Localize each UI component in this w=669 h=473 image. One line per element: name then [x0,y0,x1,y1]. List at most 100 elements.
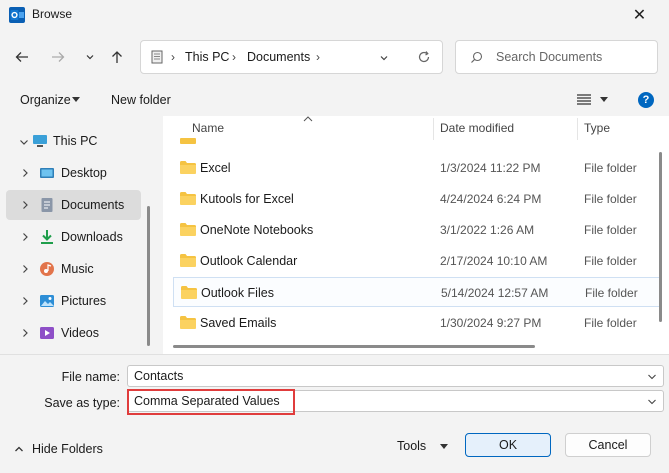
arrow-left-icon [15,52,28,62]
folder-icon [180,254,196,267]
chevron-right-icon: › [316,50,320,64]
chevron-down-icon[interactable] [379,53,389,63]
address-bar[interactable]: › This PC › Documents › [140,40,443,74]
help-icon: ? [642,94,650,106]
column-divider[interactable] [433,118,434,140]
title-bar: Browse ✕ [0,0,669,30]
file-list: Name Date modified Type Excel 1/3/2024 1… [163,116,669,354]
nav-item-label: Music [61,262,94,276]
file-name-label: File name: [61,370,120,384]
nav-item-label: Videos [61,326,99,340]
organize-button[interactable]: Organize [20,93,71,107]
file-name: Saved Emails [200,316,277,330]
horizontal-scrollbar[interactable] [173,345,535,348]
nav-item-this-pc[interactable]: This PC [6,126,141,156]
file-row[interactable]: Excel 1/3/2024 11:22 PM File folder [173,153,661,183]
chevron-right-icon[interactable] [19,263,31,275]
pc-icon [33,135,47,147]
file-name: Excel [200,161,231,175]
chevron-down-icon[interactable] [647,397,657,407]
file-row[interactable]: OneNote Notebooks 3/1/2022 1:26 AM File … [173,215,661,245]
folder-icon [180,316,196,329]
cancel-button[interactable]: Cancel [565,433,651,457]
save-type-label: Save as type: [44,396,120,410]
chevron-right-icon[interactable] [19,327,31,339]
chevron-right-icon[interactable] [19,231,31,243]
chevron-down-icon[interactable] [18,136,30,148]
chevron-up-icon[interactable] [14,444,24,454]
back-button[interactable] [10,45,34,69]
file-name-value: Contacts [134,369,184,383]
ok-label: OK [498,438,518,452]
desktop-icon [40,168,54,178]
tools-button[interactable]: Tools [397,439,426,453]
music-icon [40,262,54,276]
hide-folders-button[interactable]: Hide Folders [32,442,103,456]
caret-down-icon[interactable] [440,444,448,450]
file-name-field[interactable]: Contacts [127,365,664,387]
file-type: File folder [584,192,637,206]
file-date: 5/14/2024 12:57 AM [441,286,549,300]
nav-item-music[interactable]: Music [6,254,141,284]
file-row[interactable]: Outlook Calendar 2/17/2024 10:10 AM File… [173,246,661,276]
close-icon: ✕ [632,7,647,24]
nav-item-videos[interactable]: Videos [6,318,141,348]
forward-button[interactable] [46,45,70,69]
nav-item-pictures[interactable]: Pictures [6,286,141,316]
file-date: 2/17/2024 10:10 AM [440,254,548,268]
nav-item-label: This PC [53,134,98,148]
file-name: Outlook Calendar [200,254,298,268]
file-name: Outlook Files [201,286,274,300]
folder-icon [180,223,196,236]
column-header-name[interactable]: Name [192,121,224,135]
nav-item-desktop[interactable]: Desktop [6,158,141,188]
help-button[interactable]: ? [638,92,654,108]
file-type: File folder [584,254,637,268]
search-input[interactable]: Search Documents [496,50,602,64]
breadcrumb-this-pc[interactable]: This PC [185,50,229,64]
chevron-right-icon: › [171,50,175,64]
chevron-down-icon[interactable] [647,372,657,382]
folder-icon [181,286,197,299]
nav-scrollbar[interactable] [147,206,150,346]
file-row-selected[interactable]: Outlook Files 5/14/2024 12:57 AM File fo… [173,277,661,307]
arrow-right-icon [52,52,65,62]
column-header-type[interactable]: Type [584,121,610,135]
file-row[interactable]: Saved Emails 1/30/2024 9:27 PM File fold… [173,308,661,338]
vertical-scrollbar[interactable] [659,152,662,322]
recent-locations-button[interactable] [78,45,102,69]
chevron-down-icon [86,55,94,60]
file-type: File folder [585,286,638,300]
caret-down-icon [72,97,80,102]
breadcrumb-documents[interactable]: Documents [247,50,310,64]
chevron-right-icon[interactable] [19,199,31,211]
nav-item-downloads[interactable]: Downloads [6,222,141,252]
ok-button[interactable]: OK [465,433,551,457]
highlight-box [127,389,295,415]
arrow-up-icon [112,51,122,63]
caret-down-icon[interactable] [600,97,608,103]
up-button[interactable] [105,45,129,69]
view-options-icon[interactable] [577,94,591,106]
refresh-icon[interactable] [417,50,431,64]
downloads-icon [41,230,53,244]
chevron-right-icon[interactable] [19,167,31,179]
nav-item-documents[interactable]: Documents [6,190,141,220]
new-folder-button[interactable]: New folder [111,93,171,107]
file-row[interactable]: Kutools for Excel 4/24/2024 6:24 PM File… [173,184,661,214]
file-date: 1/30/2024 9:27 PM [440,316,542,330]
file-type: File folder [584,316,637,330]
file-date: 1/3/2024 11:22 PM [440,161,541,175]
folder-icon [180,161,196,174]
column-header-date[interactable]: Date modified [440,121,514,135]
command-bar: Organize New folder ? [0,86,669,114]
close-button[interactable]: ✕ [610,0,669,30]
outlook-icon [9,7,25,23]
file-type: File folder [584,161,637,175]
sort-up-icon [303,116,313,122]
chevron-right-icon[interactable] [19,295,31,307]
column-divider[interactable] [577,118,578,140]
search-box[interactable]: Search Documents [455,40,658,74]
window-title: Browse [32,7,73,21]
search-icon [471,51,483,63]
